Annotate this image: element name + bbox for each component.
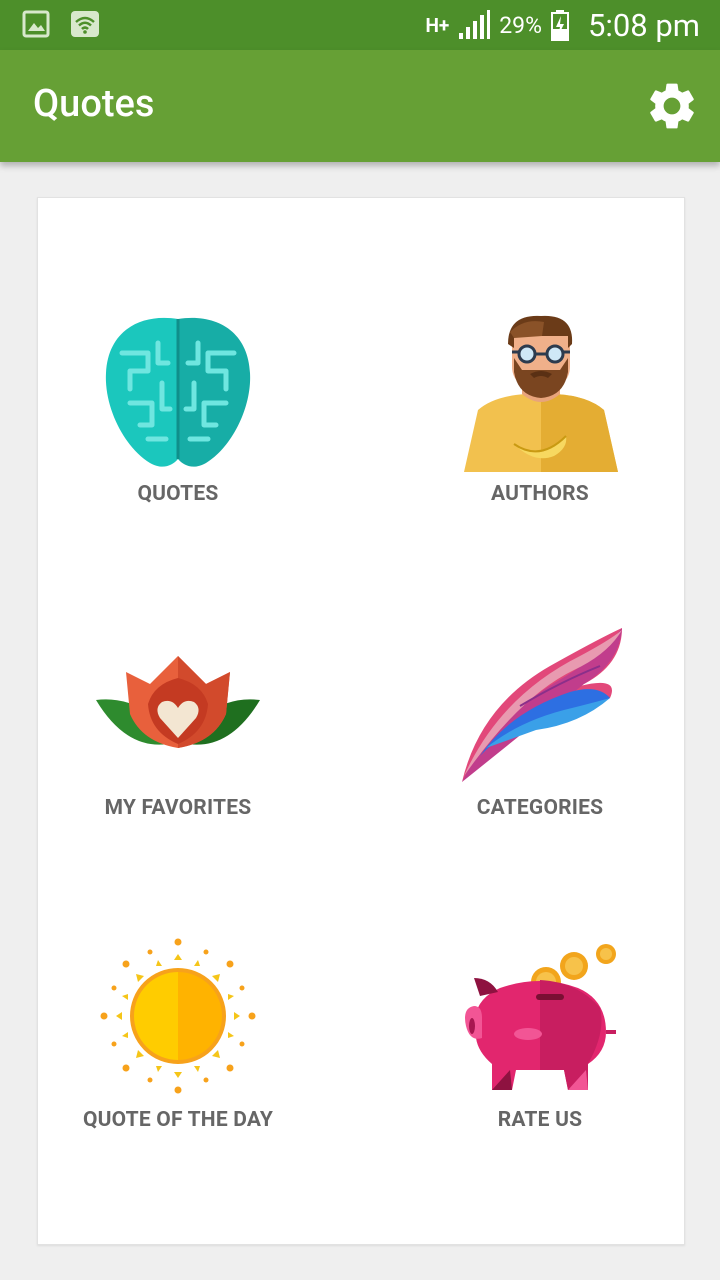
tile-quotes[interactable]: QUOTES — [78, 298, 278, 518]
page-title: Quotes — [33, 82, 155, 126]
brain-icon — [105, 317, 251, 467]
lotus-heart-icon — [96, 656, 260, 748]
gallery-notification-icon — [22, 10, 50, 38]
tile-authors[interactable]: AUTHORS — [440, 298, 640, 518]
tile-categories[interactable]: CATEGORIES — [440, 618, 640, 838]
feather-icon — [462, 628, 622, 782]
battery-icon — [550, 10, 569, 41]
sun-icon — [100, 938, 256, 1094]
tile-label: CATEGORIES — [476, 796, 604, 820]
piggy-bank-icon — [465, 944, 616, 1090]
tile-label: QUOTE OF THE DAY — [82, 1108, 274, 1132]
menu-card: QUOTES AUTHORS MY FAVORITES CATEGORIES Q… — [37, 197, 685, 1245]
tile-label: QUOTES — [137, 482, 219, 506]
author-avatar-icon — [464, 315, 618, 472]
tile-my-favorites[interactable]: MY FAVORITES — [78, 638, 278, 838]
battery-percent: 29% — [499, 11, 542, 39]
signal-icon — [459, 10, 491, 39]
gear-icon[interactable] — [644, 78, 700, 134]
tile-label: AUTHORS — [491, 482, 589, 506]
clock: 5:08 pm — [587, 6, 700, 44]
network-type: H+ — [425, 13, 450, 37]
status-bar: H+ 29% 5:08 pm — [0, 0, 720, 50]
app-bar: Quotes — [0, 50, 720, 162]
tile-rate-us[interactable]: RATE US — [440, 928, 640, 1148]
tile-label: MY FAVORITES — [104, 796, 252, 820]
tile-quote-of-the-day[interactable]: QUOTE OF THE DAY — [58, 928, 298, 1148]
tile-label: RATE US — [497, 1108, 583, 1132]
wifi-notification-icon — [71, 11, 99, 37]
